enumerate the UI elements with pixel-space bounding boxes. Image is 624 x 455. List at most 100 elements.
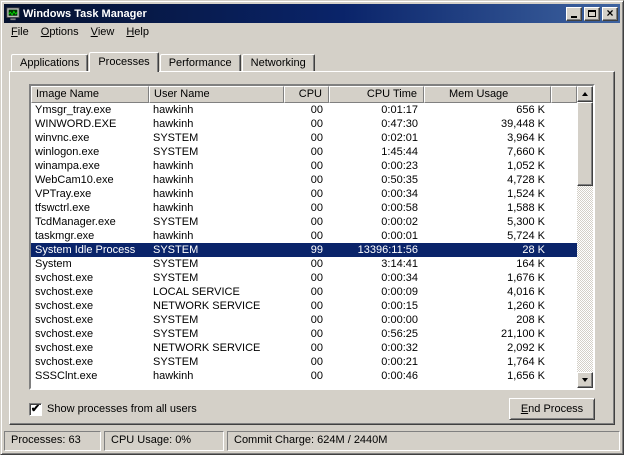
cell-user-name: LOCAL SERVICE xyxy=(149,285,284,299)
cell-cpu: 00 xyxy=(284,159,329,173)
maximize-icon xyxy=(588,10,596,17)
cell-image-name: taskmgr.exe xyxy=(31,229,149,243)
process-row[interactable]: VPTray.exehawkinh000:00:341,524 K xyxy=(31,187,577,201)
process-row[interactable]: svchost.exeSYSTEM000:00:00208 K xyxy=(31,313,577,327)
cell-mem-usage: 4,728 K xyxy=(424,173,551,187)
process-row[interactable]: svchost.exeSYSTEM000:00:211,764 K xyxy=(31,355,577,369)
cell-mem-usage: 2,092 K xyxy=(424,341,551,355)
checkbox-label: Show processes from all users xyxy=(47,403,197,415)
tab-applications[interactable]: Applications xyxy=(11,54,88,71)
titlebar[interactable]: Windows Task Manager × xyxy=(4,4,620,23)
process-row[interactable]: winampa.exehawkinh000:00:231,052 K xyxy=(31,159,577,173)
cell-cpu: 00 xyxy=(284,327,329,341)
close-button[interactable]: × xyxy=(602,7,618,21)
cell-mem-usage: 208 K xyxy=(424,313,551,327)
end-process-label: End Process xyxy=(521,403,583,415)
cell-user-name: SYSTEM xyxy=(149,355,284,369)
scroll-down-button[interactable] xyxy=(577,372,593,388)
process-row[interactable]: svchost.exeSYSTEM000:56:2521,100 K xyxy=(31,327,577,341)
process-row[interactable]: svchost.exeLOCAL SERVICE000:00:094,016 K xyxy=(31,285,577,299)
cell-image-name: svchost.exe xyxy=(31,271,149,285)
cell-mem-usage: 1,588 K xyxy=(424,201,551,215)
cell-image-name: winlogon.exe xyxy=(31,145,149,159)
process-row[interactable]: WebCam10.exehawkinh000:50:354,728 K xyxy=(31,173,577,187)
process-row[interactable]: winvnc.exeSYSTEM000:02:013,964 K xyxy=(31,131,577,145)
column-header-filler xyxy=(551,86,577,103)
process-row[interactable]: System Idle ProcessSYSTEM9913396:11:5628… xyxy=(31,243,577,257)
scrollbar-thumb[interactable] xyxy=(577,102,593,186)
menu-options[interactable]: Options xyxy=(35,25,85,39)
cell-user-name: hawkinh xyxy=(149,117,284,131)
cell-user-name: hawkinh xyxy=(149,201,284,215)
cell-cpu-time: 0:00:21 xyxy=(329,355,424,369)
cell-mem-usage: 164 K xyxy=(424,257,551,271)
cell-image-name: SSSClnt.exe xyxy=(31,369,149,383)
cell-mem-usage: 39,448 K xyxy=(424,117,551,131)
cell-cpu-time: 0:00:09 xyxy=(329,285,424,299)
cell-cpu: 00 xyxy=(284,187,329,201)
process-row[interactable]: Ymsgr_tray.exehawkinh000:01:17656 K xyxy=(31,103,577,117)
menu-file[interactable]: File xyxy=(5,25,35,39)
cell-mem-usage: 1,764 K xyxy=(424,355,551,369)
scroll-up-button[interactable] xyxy=(577,86,593,102)
taskmanager-icon xyxy=(6,7,20,21)
scrollbar-track[interactable] xyxy=(577,102,593,372)
cell-user-name: SYSTEM xyxy=(149,215,284,229)
column-header-mem-usage[interactable]: Mem Usage xyxy=(424,86,551,103)
cell-cpu: 00 xyxy=(284,215,329,229)
process-row[interactable]: svchost.exeNETWORK SERVICE000:00:322,092… xyxy=(31,341,577,355)
column-header-cpu-time[interactable]: CPU Time xyxy=(329,86,424,103)
cell-cpu-time: 0:50:35 xyxy=(329,173,424,187)
process-row[interactable]: tfswctrl.exehawkinh000:00:581,588 K xyxy=(31,201,577,215)
cell-cpu: 00 xyxy=(284,341,329,355)
cell-user-name: hawkinh xyxy=(149,369,284,383)
tab-control: ApplicationsProcessesPerformanceNetworki… xyxy=(4,41,620,431)
cell-cpu: 00 xyxy=(284,299,329,313)
tab-networking[interactable]: Networking xyxy=(242,54,315,71)
maximize-button[interactable] xyxy=(584,7,600,21)
process-row[interactable]: taskmgr.exehawkinh000:00:015,724 K xyxy=(31,229,577,243)
cell-user-name: SYSTEM xyxy=(149,243,284,257)
cell-mem-usage: 28 K xyxy=(424,243,551,257)
cell-cpu: 00 xyxy=(284,145,329,159)
minimize-button[interactable] xyxy=(566,7,582,21)
column-header-cpu[interactable]: CPU xyxy=(284,86,329,103)
show-all-users-checkbox[interactable]: ✔ Show processes from all users xyxy=(29,403,197,416)
process-row[interactable]: TcdManager.exeSYSTEM000:00:025,300 K xyxy=(31,215,577,229)
process-row[interactable]: svchost.exeNETWORK SERVICE000:00:151,260… xyxy=(31,299,577,313)
cell-image-name: winampa.exe xyxy=(31,159,149,173)
tab-performance[interactable]: Performance xyxy=(160,54,241,71)
column-header-user-name[interactable]: User Name xyxy=(149,86,284,103)
cell-image-name: svchost.exe xyxy=(31,285,149,299)
cell-image-name: winvnc.exe xyxy=(31,131,149,145)
cell-cpu-time: 0:01:17 xyxy=(329,103,424,117)
checkbox-icon: ✔ xyxy=(29,403,42,416)
cell-cpu-time: 0:02:01 xyxy=(329,131,424,145)
cell-cpu: 00 xyxy=(284,201,329,215)
cell-image-name: Ymsgr_tray.exe xyxy=(31,103,149,117)
process-row[interactable]: svchost.exeSYSTEM000:00:341,676 K xyxy=(31,271,577,285)
cell-cpu: 99 xyxy=(284,243,329,257)
cell-cpu-time: 0:47:30 xyxy=(329,117,424,131)
vertical-scrollbar[interactable] xyxy=(577,86,593,388)
process-row[interactable]: WINWORD.EXEhawkinh000:47:3039,448 K xyxy=(31,117,577,131)
cell-cpu-time: 0:00:46 xyxy=(329,369,424,383)
cell-user-name: hawkinh xyxy=(149,103,284,117)
status-processes: Processes: 63 xyxy=(4,431,101,451)
column-header-image-name[interactable]: Image Name xyxy=(31,86,149,103)
cell-cpu: 00 xyxy=(284,355,329,369)
window-title: Windows Task Manager xyxy=(23,8,563,20)
cell-image-name: svchost.exe xyxy=(31,313,149,327)
tab-processes[interactable]: Processes xyxy=(89,52,158,72)
status-commit-charge: Commit Charge: 624M / 2440M xyxy=(227,431,620,451)
cell-mem-usage: 21,100 K xyxy=(424,327,551,341)
process-row[interactable]: SystemSYSTEM003:14:41164 K xyxy=(31,257,577,271)
cell-cpu: 00 xyxy=(284,257,329,271)
menu-view[interactable]: View xyxy=(85,25,121,39)
process-row[interactable]: SSSClnt.exehawkinh000:00:461,656 K xyxy=(31,369,577,383)
bottom-controls: ✔ Show processes from all users End Proc… xyxy=(29,398,595,420)
end-process-button[interactable]: End Process xyxy=(509,398,595,420)
menu-help[interactable]: Help xyxy=(120,25,155,39)
cell-cpu-time: 0:00:23 xyxy=(329,159,424,173)
process-row[interactable]: winlogon.exeSYSTEM001:45:447,660 K xyxy=(31,145,577,159)
